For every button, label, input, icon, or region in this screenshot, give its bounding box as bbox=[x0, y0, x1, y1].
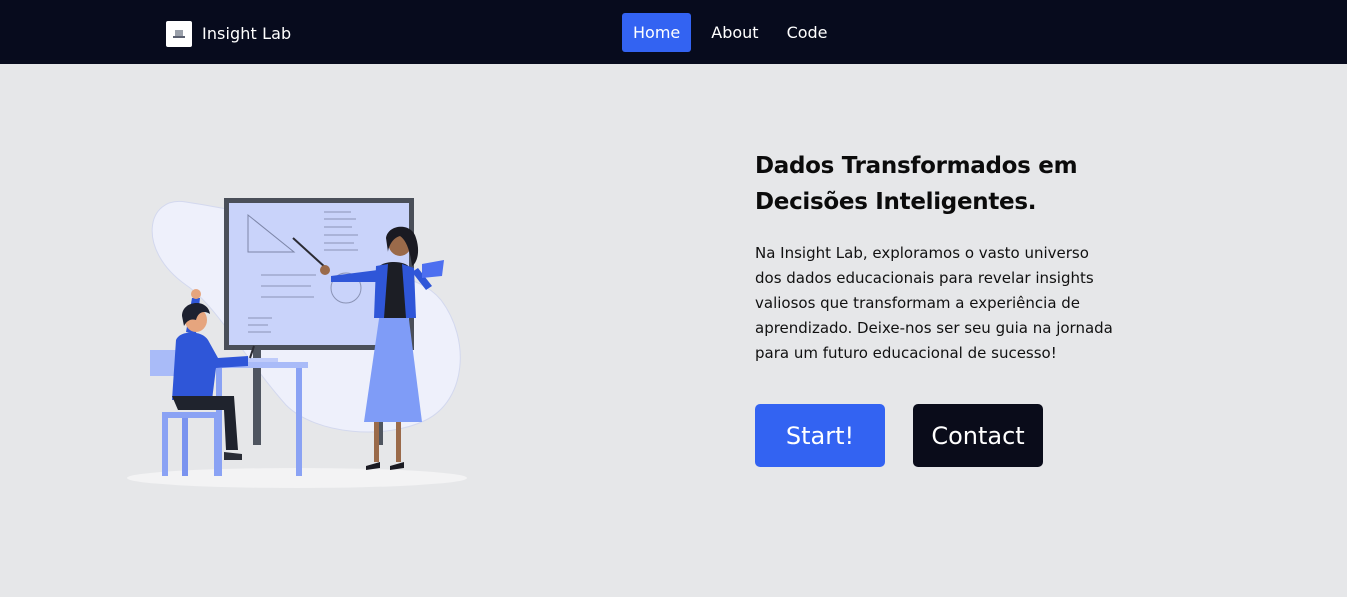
teacher-classroom-illustration bbox=[126, 190, 471, 492]
hero-headline: Dados Transformados em Decisões Intelige… bbox=[755, 148, 1135, 220]
navbar: Insight Lab Home About Code bbox=[0, 0, 1347, 64]
nav-link-home[interactable]: Home bbox=[622, 13, 692, 52]
nav-link-code[interactable]: Code bbox=[777, 13, 838, 52]
headline-line-1: Dados Transformados em bbox=[755, 153, 1078, 179]
start-button[interactable]: Start! bbox=[755, 404, 885, 467]
brand[interactable]: Insight Lab bbox=[166, 20, 291, 47]
headline-line-2: Decisões Inteligentes. bbox=[755, 189, 1037, 215]
brand-name: Insight Lab bbox=[202, 24, 292, 43]
hero-paragraph: Na Insight Lab, exploramos o vasto unive… bbox=[755, 244, 1113, 362]
nav-link-about[interactable]: About bbox=[701, 13, 768, 52]
cta-row: Start! Contact bbox=[755, 404, 1043, 467]
hero-text: Dados Transformados em Decisões Intelige… bbox=[755, 148, 1135, 366]
nav-links: Home About Code bbox=[622, 13, 846, 52]
contact-button[interactable]: Contact bbox=[913, 404, 1043, 467]
insight-lab-logo-icon bbox=[166, 20, 192, 47]
